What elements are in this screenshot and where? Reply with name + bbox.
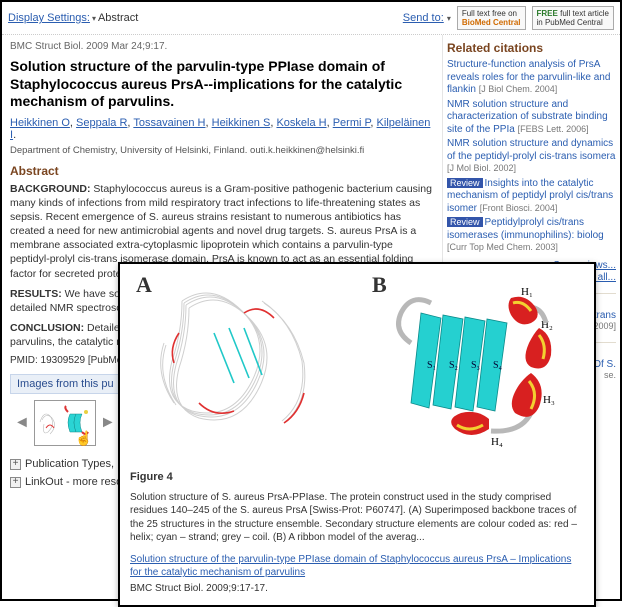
hand-cursor-icon: ☝ <box>75 430 92 447</box>
figure-popup: A B <box>118 262 596 607</box>
abstract-heading: Abstract <box>10 164 434 178</box>
figure-caption-text: Solution structure of S. aureus PrsA-PPI… <box>130 492 577 544</box>
prev-thumb-arrow[interactable]: ◄ <box>14 414 30 432</box>
biomed-central-badge[interactable]: Full text free on BioMed Central <box>457 6 526 30</box>
svg-text:S₄: S₄ <box>493 360 503 371</box>
figure-source-meta: BMC Struct Biol. 2009;9:17-17. <box>130 582 584 596</box>
author-link[interactable]: Seppala R <box>76 117 127 129</box>
affiliation: Department of Chemistry, University of H… <box>10 145 434 156</box>
send-to[interactable]: Send to: ▾ <box>403 12 451 24</box>
author-link[interactable]: Heikkinen S <box>212 117 271 129</box>
figure-image-area[interactable]: A B <box>120 264 594 462</box>
pmc-badge[interactable]: FREE FREE full text articlefull text art… <box>532 6 614 30</box>
svg-text:H₁: H₁ <box>521 286 533 298</box>
display-settings[interactable]: Display Settings: ▾ Abstract <box>8 12 138 24</box>
journal-citation: BMC Struct Biol. 2009 Mar 24;9:17. <box>10 41 434 52</box>
display-settings-link[interactable]: Display Settings: <box>8 12 90 24</box>
partial-line: Of S. <box>593 359 616 370</box>
badge-line2: BioMed Central <box>462 18 521 27</box>
display-settings-value: Abstract <box>98 12 138 24</box>
send-to-link[interactable]: Send to: <box>403 12 444 24</box>
next-thumb-arrow[interactable]: ► <box>100 414 116 432</box>
protein-ribbon-svg: H₁ H₂ H₃ H₄ S₁ S₂ S₃ <box>371 273 571 453</box>
badge-line2: in PubMed Central <box>537 18 609 27</box>
expander-label: Publication Types, M <box>25 458 126 470</box>
top-bar: Display Settings: ▾ Abstract Send to: ▾ … <box>2 2 620 35</box>
author-link[interactable]: Koskela H <box>276 117 326 129</box>
svg-text:S₃: S₃ <box>471 360 480 371</box>
chevron-down-icon: ▾ <box>447 14 451 23</box>
plus-icon: + <box>10 459 21 470</box>
chevron-down-icon: ▾ <box>92 14 96 23</box>
badge-line1: Full text free on <box>462 9 521 18</box>
conclusion-label: CONCLUSION: <box>10 322 84 334</box>
partial-line: se. <box>604 370 616 380</box>
results-label: RESULTS: <box>10 288 62 300</box>
badge-line1: FREE FREE full text articlefull text art… <box>537 9 609 18</box>
citation-link[interactable]: NMR solution structure and characterizat… <box>447 99 616 137</box>
citation-link[interactable]: NMR solution structure and dynamics of t… <box>447 138 616 176</box>
related-citations-list: Structure-function analysis of PrsA reve… <box>447 59 616 255</box>
review-tag: Review <box>447 217 483 227</box>
citation-link[interactable]: Structure-function analysis of PrsA reve… <box>447 59 616 97</box>
expander-label: LinkOut - more reso <box>25 476 122 488</box>
related-citations-heading: Related citations <box>447 41 616 55</box>
svg-text:H₃: H₃ <box>543 394 555 406</box>
background-label: BACKGROUND: <box>10 183 91 195</box>
figure-source-link[interactable]: Solution structure of the parvulin-type … <box>130 553 584 580</box>
author-link[interactable]: Permi P <box>333 117 371 129</box>
plus-icon: + <box>10 477 21 488</box>
svg-text:H₄: H₄ <box>491 436 503 448</box>
citation-link[interactable]: ReviewPeptidylprolyl cis/trans isomerase… <box>447 217 616 255</box>
paper-title: Solution structure of the parvulin-type … <box>10 58 434 111</box>
protein-ensemble-svg <box>144 273 344 453</box>
related-citations-section: Related citations Structure-function ana… <box>447 41 616 283</box>
svg-text:S₂: S₂ <box>449 360 458 371</box>
citation-link[interactable]: ReviewInsights into the catalytic mechan… <box>447 178 616 216</box>
figure-thumbnail[interactable]: ☝ <box>34 400 96 446</box>
svg-text:S₁: S₁ <box>427 360 436 371</box>
author-list: Heikkinen O, Seppala R, Tossavainen H, H… <box>10 117 434 141</box>
figure-caption: Figure 4 Solution structure of S. aureus… <box>120 462 594 605</box>
figure-title: Figure 4 <box>130 470 584 485</box>
review-tag: Review <box>447 178 483 188</box>
author-link[interactable]: Heikkinen O <box>10 117 70 129</box>
author-link[interactable]: Tossavainen H <box>133 117 205 129</box>
